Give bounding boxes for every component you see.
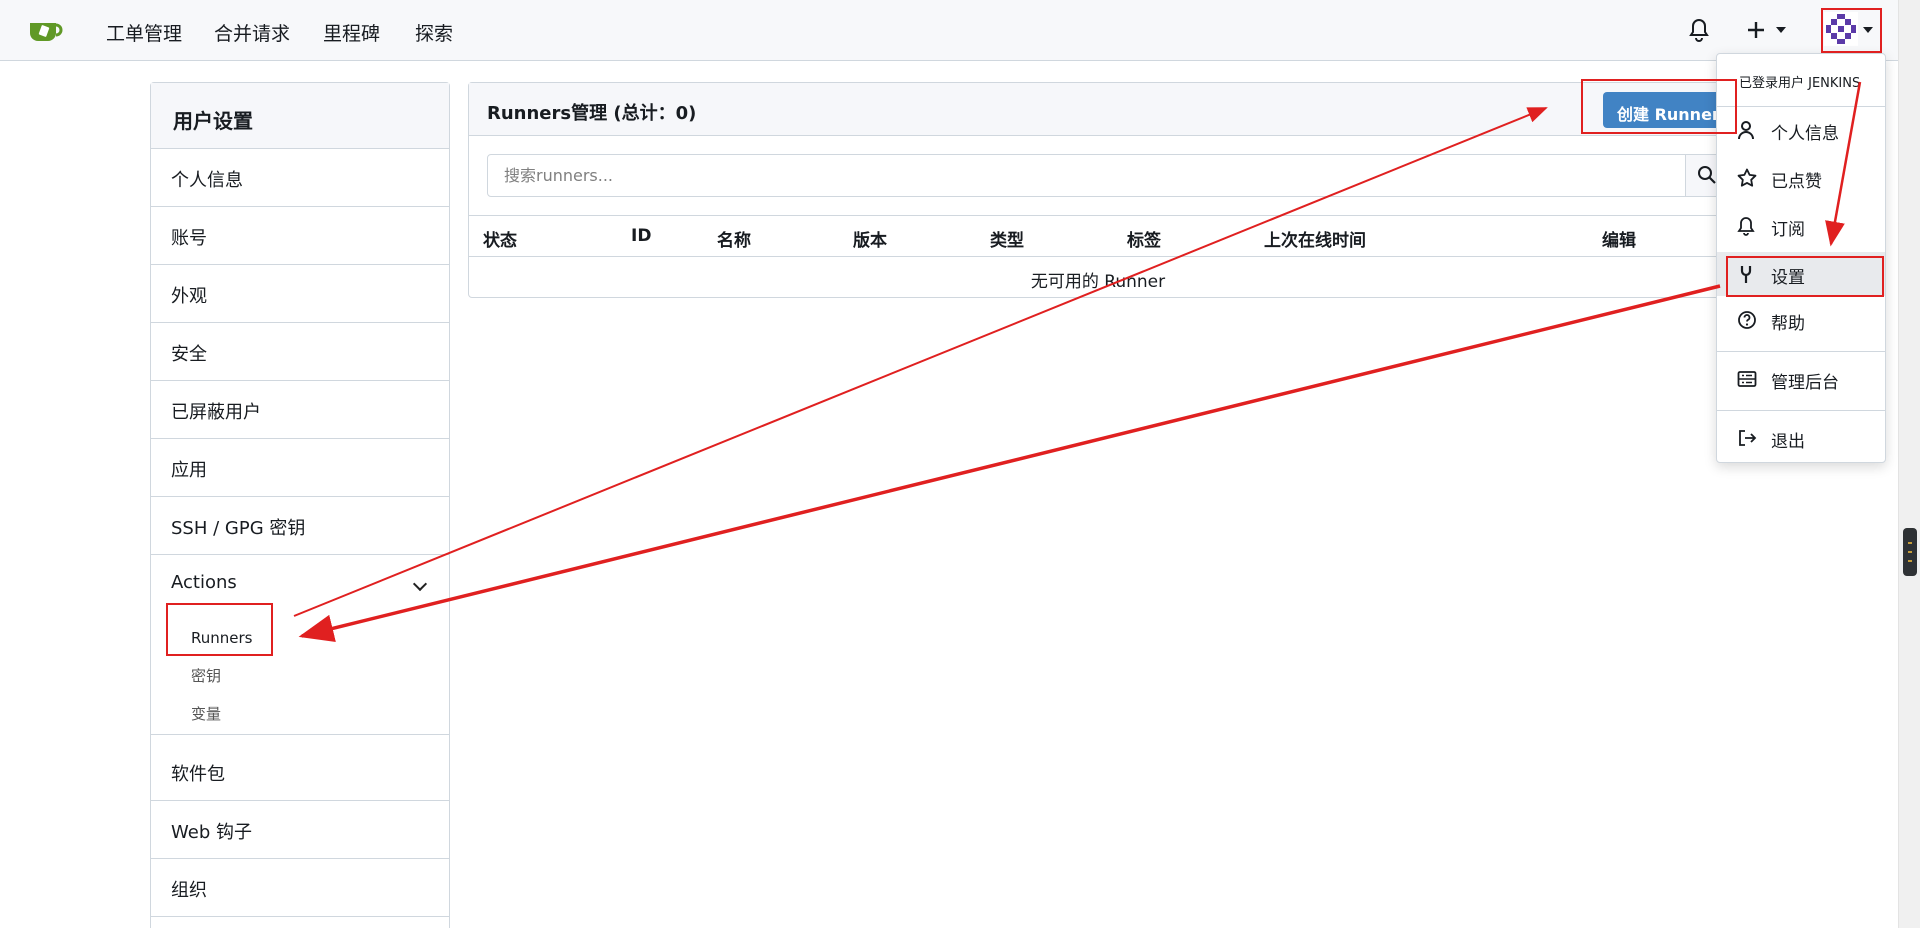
user-settings-sidebar: 用户设置 个人信息 账号 外观 安全 已屏蔽用户 应用 SSH / GPG 密钥… (150, 82, 450, 928)
top-navbar: 工单管理 合并请求 里程碑 探索 (0, 0, 1898, 61)
sidebar-item-applications[interactable]: 应用 (151, 439, 449, 497)
bell-icon (1737, 217, 1755, 236)
divider (1717, 410, 1885, 411)
search-icon (1698, 166, 1716, 184)
menu-item-help[interactable]: 帮助 (1717, 298, 1885, 342)
col-version: 版本 (853, 231, 887, 251)
divider (1717, 106, 1885, 107)
menu-item-label: 帮助 (1771, 314, 1805, 334)
sidebar-subitem-variables[interactable]: 变量 (191, 703, 221, 724)
sidebar-item-account[interactable]: 账号 (151, 207, 449, 265)
sign-out-icon (1739, 430, 1757, 446)
signed-in-as: 已登录用户 JENKINS (1739, 76, 1861, 91)
search-box (487, 154, 1727, 197)
plus-icon[interactable] (1746, 20, 1766, 40)
annotation-box-avatar (1821, 8, 1882, 53)
star-icon (1737, 168, 1757, 187)
nav-milestones[interactable]: 里程碑 (323, 19, 380, 46)
col-type: 类型 (990, 231, 1024, 251)
sidebar-item-blocked-users[interactable]: 已屏蔽用户 (151, 381, 449, 439)
annotation-box-runners (166, 603, 273, 656)
menu-item-label: 已点赞 (1771, 172, 1822, 192)
sidebar-title: 用户设置 (151, 83, 449, 149)
col-last-online: 上次在线时间 (1264, 231, 1366, 251)
nav-explore[interactable]: 探索 (415, 19, 453, 46)
bell-icon[interactable] (1688, 18, 1710, 42)
col-id: ID (631, 226, 652, 246)
scrollbar-thumb[interactable] (1903, 528, 1917, 576)
table-header: 状态 ID 名称 版本 类型 标签 上次在线时间 编辑 (469, 215, 1727, 257)
server-icon (1737, 371, 1757, 387)
sidebar-item-packages[interactable]: 软件包 (151, 743, 449, 801)
divider (1717, 351, 1885, 352)
sidebar-item-ssh-gpg-keys[interactable]: SSH / GPG 密钥 (151, 497, 449, 555)
menu-item-subscriptions[interactable]: 订阅 (1717, 204, 1885, 248)
col-name: 名称 (717, 231, 751, 251)
col-status: 状态 (483, 231, 517, 251)
menu-item-starred[interactable]: 已点赞 (1717, 156, 1885, 200)
menu-item-label: 订阅 (1771, 220, 1805, 240)
nav-issues[interactable]: 工单管理 (106, 19, 182, 46)
question-icon (1738, 311, 1756, 329)
sidebar-item-profile[interactable]: 个人信息 (151, 149, 449, 207)
sidebar-item-security[interactable]: 安全 (151, 323, 449, 381)
menu-item-site-admin[interactable]: 管理后台 (1717, 357, 1885, 401)
runners-panel: Runners管理 (总计：0) 创建 Runner 状态 ID 名称 版本 类… (468, 82, 1735, 298)
nav-pulls[interactable]: 合并请求 (214, 19, 290, 46)
empty-state: 无可用的 Runner (1030, 272, 1166, 292)
col-edit: 编辑 (1602, 231, 1636, 251)
col-labels: 标签 (1127, 231, 1161, 251)
chevron-down-icon[interactable] (412, 576, 428, 592)
sidebar-item-organizations[interactable]: 组织 (151, 859, 449, 917)
menu-item-label: 管理后台 (1771, 373, 1839, 393)
chevron-down-icon[interactable] (1776, 27, 1786, 33)
annotation-box-settings (1726, 256, 1884, 297)
sidebar-item-appearance[interactable]: 外观 (151, 265, 449, 323)
sidebar-item-actions[interactable]: Actions (171, 572, 237, 593)
scrollbar[interactable] (1898, 0, 1920, 928)
sidebar-subitem-secrets[interactable]: 密钥 (191, 665, 221, 686)
person-icon (1738, 121, 1754, 140)
menu-item-sign-out[interactable]: 退出 (1717, 416, 1885, 460)
sidebar-item-webhooks[interactable]: Web 钩子 (151, 801, 449, 859)
menu-item-label: 个人信息 (1771, 124, 1839, 144)
page-title: Runners管理 (总计：0) (469, 83, 1727, 136)
menu-item-label: 退出 (1771, 432, 1805, 452)
search-input[interactable] (488, 155, 1688, 196)
annotation-box-create-runner (1581, 79, 1737, 134)
menu-item-profile[interactable]: 个人信息 (1717, 108, 1885, 152)
tea-logo-icon[interactable] (28, 15, 66, 45)
